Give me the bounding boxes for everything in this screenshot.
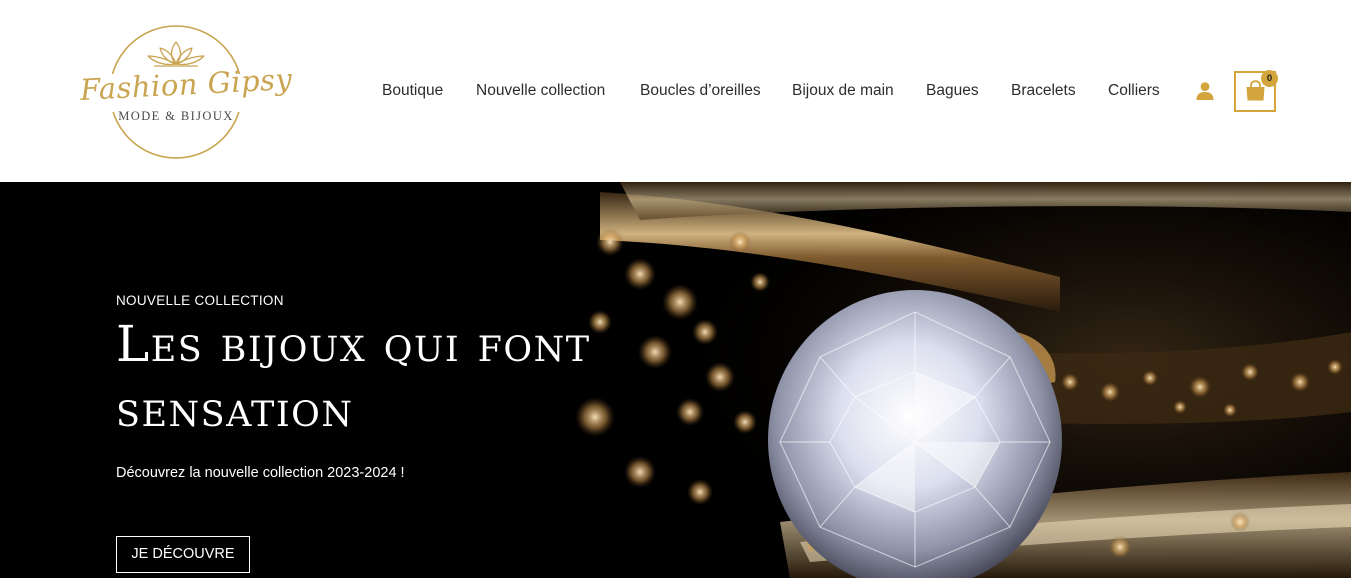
site-header: Fashion Gipsy MODE & BIJOUX Boutique Nou… bbox=[0, 0, 1351, 182]
discover-button[interactable]: JE DÉCOUVRE bbox=[116, 536, 250, 573]
nav-item-bagues[interactable]: Bagues bbox=[926, 82, 979, 100]
user-icon bbox=[1196, 82, 1214, 100]
account-button[interactable] bbox=[1195, 81, 1215, 101]
nav-item-boutique[interactable]: Boutique bbox=[382, 82, 443, 100]
hero-subtitle: Découvrez la nouvelle collection 2023-20… bbox=[116, 465, 405, 481]
nav-item-nouvelle-collection[interactable]: Nouvelle collection bbox=[476, 82, 605, 100]
cart-count-badge: 0 bbox=[1261, 70, 1278, 87]
brand-logo[interactable]: Fashion Gipsy MODE & BIJOUX bbox=[79, 18, 293, 166]
hero-banner: NOUVELLE COLLECTION Les bijoux qui font … bbox=[0, 182, 1351, 578]
hero-title: Les bijoux qui font sensation bbox=[116, 315, 591, 438]
nav-item-bracelets[interactable]: Bracelets bbox=[1011, 82, 1076, 100]
hero-eyebrow: NOUVELLE COLLECTION bbox=[116, 293, 284, 308]
nav-item-bijoux-de-main[interactable]: Bijoux de main bbox=[792, 82, 894, 100]
brand-tagline: MODE & BIJOUX bbox=[118, 109, 234, 123]
nav-item-colliers[interactable]: Colliers bbox=[1108, 82, 1160, 100]
nav-item-boucles-oreilles[interactable]: Boucles d’oreilles bbox=[640, 82, 761, 100]
